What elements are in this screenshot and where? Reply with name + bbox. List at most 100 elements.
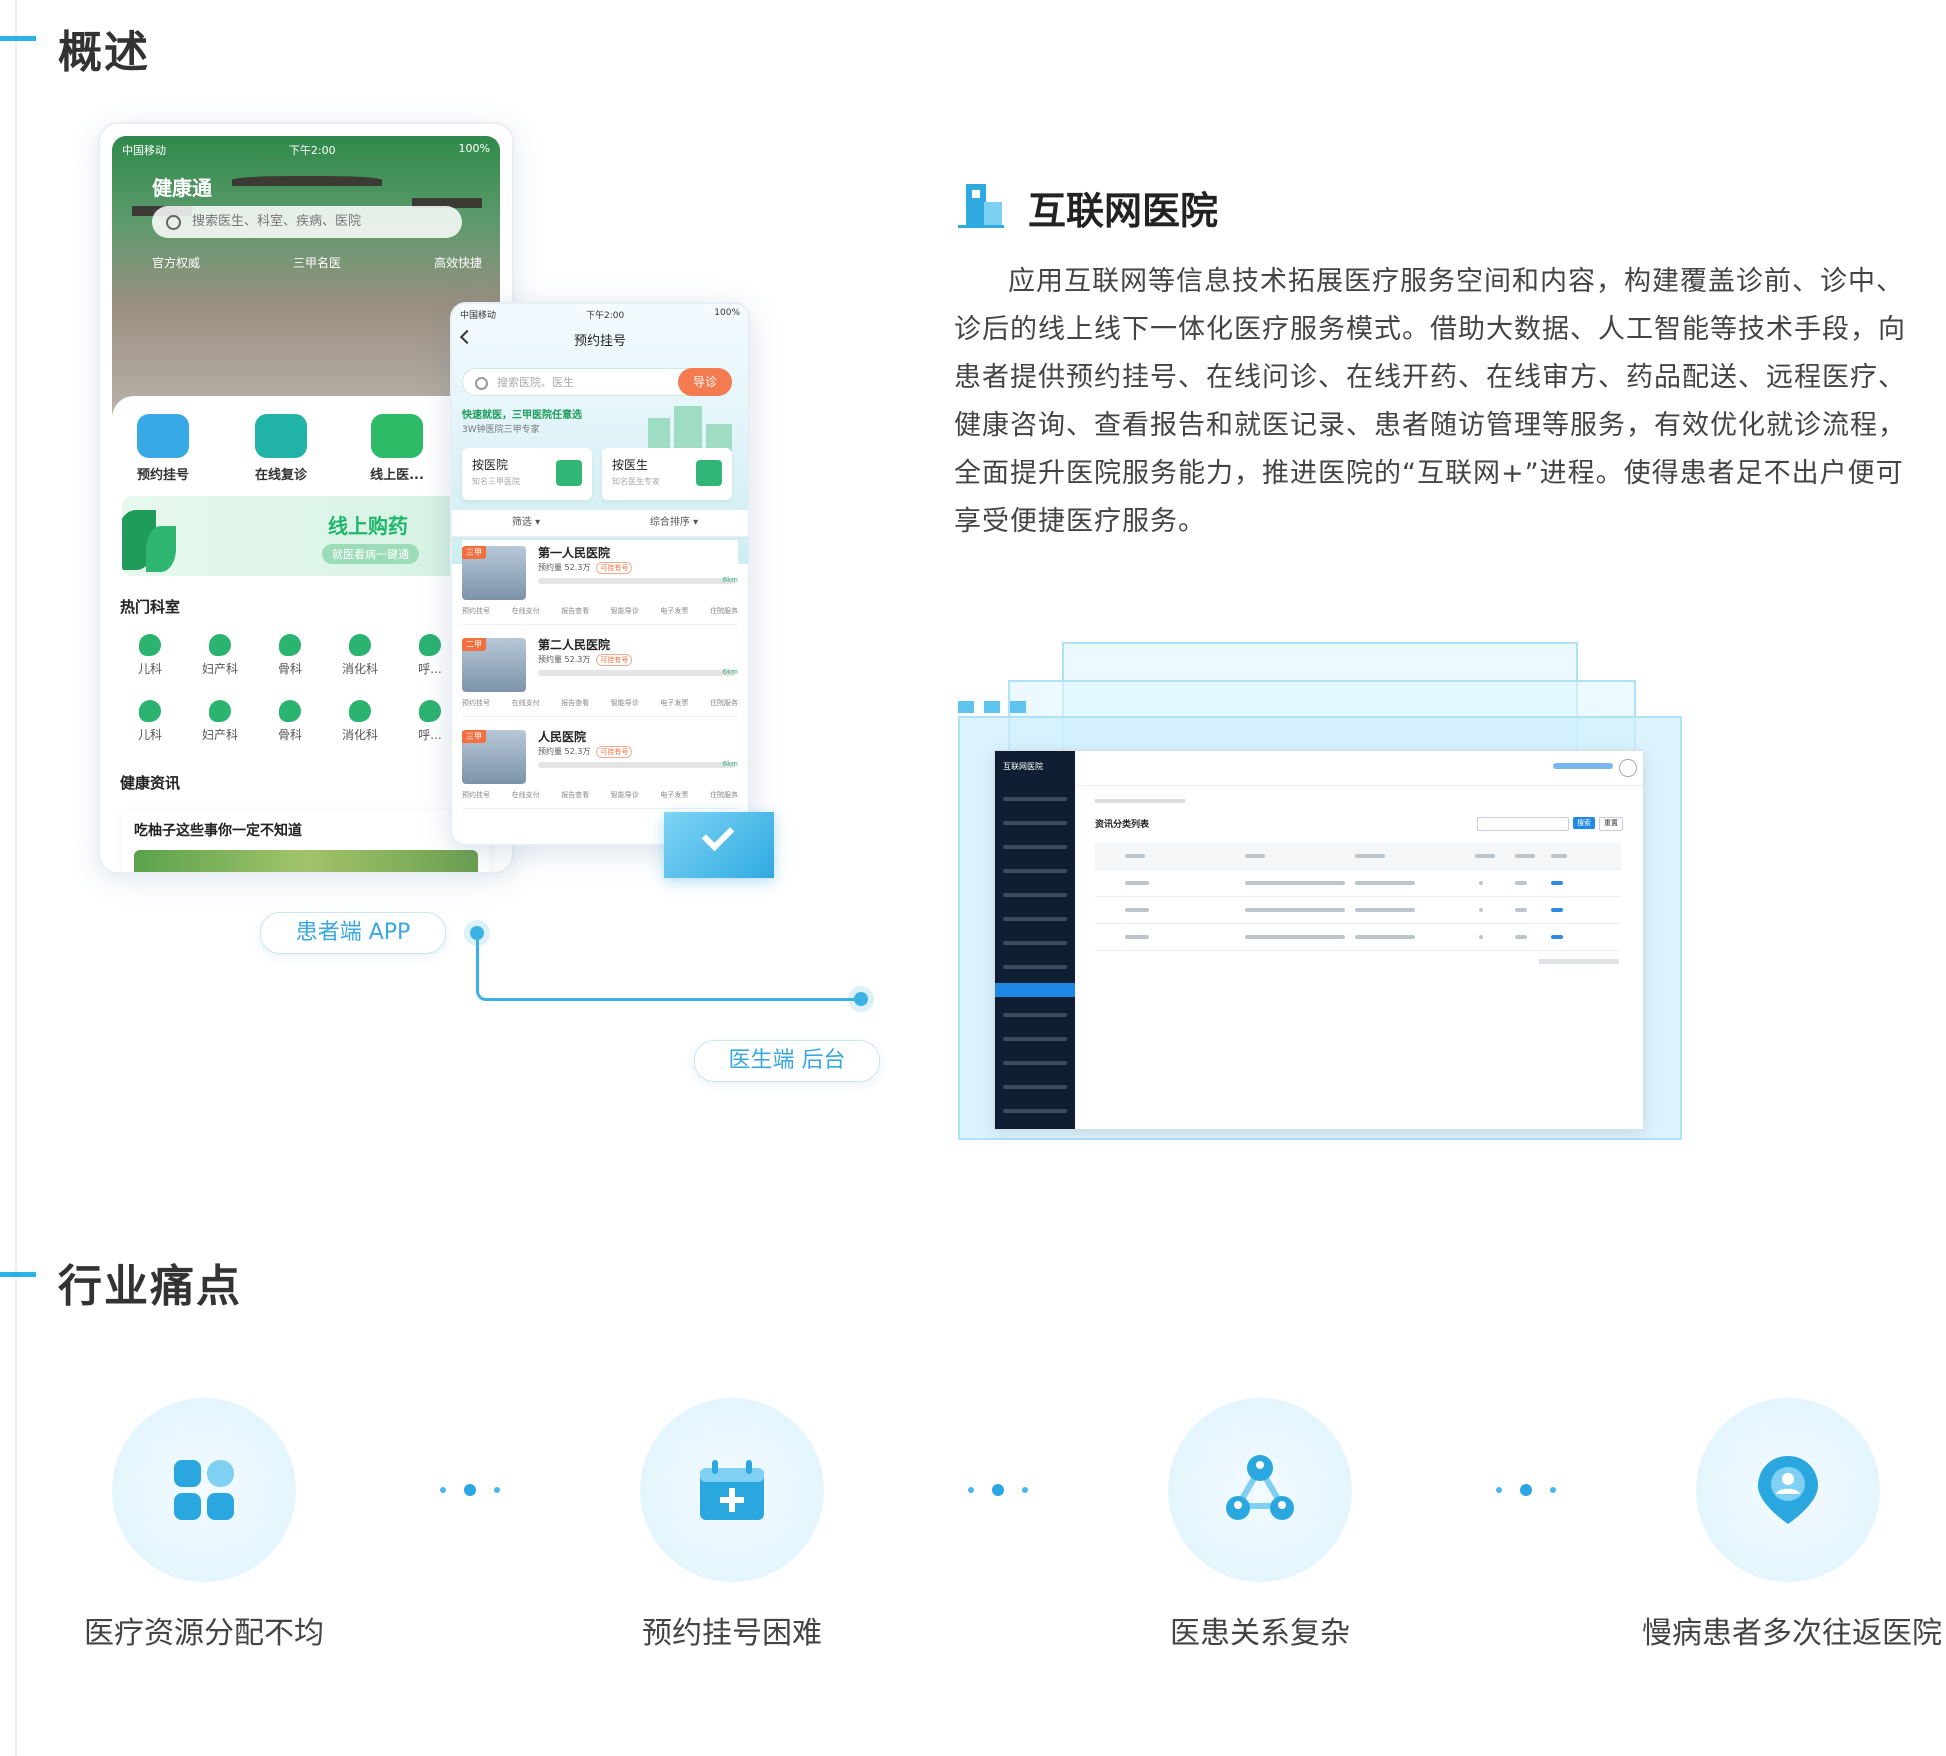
- service-label: 电子发票: [660, 699, 689, 707]
- service-label: 报告查看: [561, 607, 590, 615]
- quick-action-label: 预约挂号: [136, 468, 189, 483]
- admin-search-input[interactable]: [1477, 817, 1569, 831]
- search-icon: [475, 377, 488, 390]
- window-dot: [958, 701, 974, 713]
- hospital-level-badge: 三甲: [462, 546, 486, 559]
- table-cell: [1475, 854, 1495, 858]
- service-row: 预约挂号 在线支付 报告查看 智能导诊 电子发票 住院服务: [462, 790, 738, 800]
- hospital-list-item[interactable]: 三甲 人民医院 预约量 52.3万 可挂有号 6km 预约挂号 在线支付 报告查看 智能…: [462, 724, 738, 809]
- dept-icon: [209, 700, 231, 722]
- sidebar-item[interactable]: [1003, 797, 1067, 801]
- dept-pediatrics[interactable]: 儿科: [120, 634, 180, 677]
- by-doctor-card[interactable]: 按医生 知名医生专家: [602, 448, 732, 500]
- calendar-plus-icon: [700, 1460, 764, 1520]
- hero-building: [232, 176, 382, 186]
- service-label: 住院服务: [709, 699, 738, 707]
- visit-count: 预约量 52.3万: [538, 655, 591, 664]
- quick-action-online-hospital[interactable]: 线上医...: [352, 414, 442, 483]
- dept-icon: [419, 634, 441, 656]
- table-row[interactable]: [1095, 897, 1621, 924]
- guide-button[interactable]: 导诊: [678, 368, 732, 396]
- sidebar-item[interactable]: [1003, 1085, 1067, 1089]
- buy-medicine-banner[interactable]: 线上购药 就医看病一键通: [122, 496, 498, 576]
- choice-title: 按医生: [612, 458, 649, 472]
- by-hospital-card[interactable]: 按医院 知名三甲医院: [462, 448, 592, 500]
- admin-user-name[interactable]: [1553, 763, 1613, 769]
- patient-app-label[interactable]: 患者端 APP: [260, 912, 446, 954]
- row-action-link[interactable]: [1551, 881, 1563, 885]
- table-row[interactable]: [1095, 924, 1621, 951]
- sidebar-item[interactable]: [1003, 821, 1067, 825]
- table-row[interactable]: [1095, 870, 1621, 897]
- admin-logo: 互联网医院: [1003, 762, 1043, 771]
- feature-tag: 高效快捷: [433, 256, 482, 270]
- sidebar-item-active[interactable]: [995, 983, 1075, 997]
- hospital-icon: [556, 460, 582, 486]
- app-search-input[interactable]: 搜索医生、科室、疾病、医院: [152, 206, 462, 238]
- dept-icon: [139, 700, 161, 722]
- status-bar: 中国移动 下午2:00 100%: [122, 142, 490, 158]
- news-title: 吃柚子这些事你一定不知道: [134, 823, 302, 839]
- sort-dropdown[interactable]: 综合排序 ▾: [600, 510, 748, 536]
- promo-text: 快速就医，三甲医院任意选: [462, 410, 582, 421]
- table-header: [1095, 843, 1621, 870]
- sidebar-item[interactable]: [1003, 845, 1067, 849]
- service-label: 智能导诊: [610, 699, 639, 707]
- doctor-admin-label[interactable]: 医生端 后台: [694, 1040, 880, 1082]
- pain-point-item: 医疗资源分配不均: [84, 1398, 324, 1651]
- quick-action-appointment[interactable]: 预约挂号: [118, 414, 208, 483]
- description-title: 互联网医院: [1028, 189, 1219, 233]
- visit-count: 预约量 52.3万: [538, 747, 591, 756]
- dept-label: 消化科: [341, 662, 378, 676]
- filter-dropdown[interactable]: 筛选 ▾: [452, 510, 600, 536]
- sidebar-item[interactable]: [1003, 1037, 1067, 1041]
- hospital-list-item[interactable]: 二甲 第二人民医院 预约量 52.3万 可挂有号 6km 预约挂号 在线支付 报告查看…: [462, 632, 738, 717]
- avatar[interactable]: [1619, 759, 1637, 777]
- sidebar-item[interactable]: [1003, 1109, 1067, 1113]
- sidebar-item[interactable]: [1003, 965, 1067, 969]
- news-video-thumbnail: [134, 850, 478, 872]
- sidebar-item[interactable]: [1003, 917, 1067, 921]
- connector-dot: [470, 926, 484, 940]
- dept-obstetrics[interactable]: 妇产科: [190, 700, 250, 743]
- admin-search-button[interactable]: 搜索: [1573, 817, 1595, 829]
- quick-action-followup[interactable]: 在线复诊: [236, 414, 326, 483]
- pain-point-item: 医患关系复杂: [1168, 1398, 1352, 1651]
- dept-orthopedics[interactable]: 骨科: [260, 634, 320, 677]
- table-cell: [1551, 854, 1567, 858]
- admin-reset-button[interactable]: 重置: [1599, 817, 1623, 831]
- sidebar-item[interactable]: [1003, 893, 1067, 897]
- dept-gastro[interactable]: 消化科: [330, 634, 390, 677]
- leaf-decoration: [146, 526, 176, 572]
- row-action-link[interactable]: [1551, 935, 1563, 939]
- sidebar-item[interactable]: [1003, 1061, 1067, 1065]
- pagination[interactable]: [1539, 959, 1619, 964]
- dept-icon: [279, 634, 301, 656]
- status-carrier: 中国移动: [122, 144, 166, 157]
- quick-action-label: 在线复诊: [254, 468, 307, 483]
- dept-label: 骨科: [277, 662, 302, 676]
- description-body: 应用互联网等信息技术拓展医疗服务空间和内容，构建覆盖诊前、诊中、诊后的线上线下一…: [954, 266, 1906, 537]
- sidebar-item[interactable]: [1003, 869, 1067, 873]
- row-action-link[interactable]: [1551, 908, 1563, 912]
- location-pin-icon: [1758, 1456, 1818, 1524]
- separator-dot: [464, 1484, 476, 1496]
- news-card[interactable]: 吃柚子这些事你一定不知道: [122, 810, 490, 872]
- pain-point-item: 预约挂号困难: [640, 1398, 824, 1651]
- sidebar-item[interactable]: [1003, 1013, 1067, 1017]
- hospital-list-item[interactable]: 三甲 第一人民医院 预约量 52.3万 可挂有号 6km 预约挂号 在线支付 报告查看…: [462, 540, 738, 625]
- dept-obstetrics[interactable]: 妇产科: [190, 634, 250, 677]
- service-label: 电子发票: [660, 607, 689, 615]
- dept-gastro[interactable]: 消化科: [330, 700, 390, 743]
- feature-tag: 三甲名医: [292, 256, 341, 270]
- dept-pediatrics[interactable]: 儿科: [120, 700, 180, 743]
- dept-icon: [349, 700, 371, 722]
- section-title-pain-points: 行业痛点: [58, 1261, 242, 1312]
- status-battery: 100%: [714, 308, 740, 318]
- sidebar-item[interactable]: [1003, 941, 1067, 945]
- service-label: 预约挂号: [462, 791, 490, 799]
- hospital-search-input[interactable]: 搜索医院、医生 导诊: [462, 368, 732, 396]
- grid-icon: [174, 1460, 234, 1520]
- dept-orthopedics[interactable]: 骨科: [260, 700, 320, 743]
- status-battery: 100%: [458, 142, 490, 155]
